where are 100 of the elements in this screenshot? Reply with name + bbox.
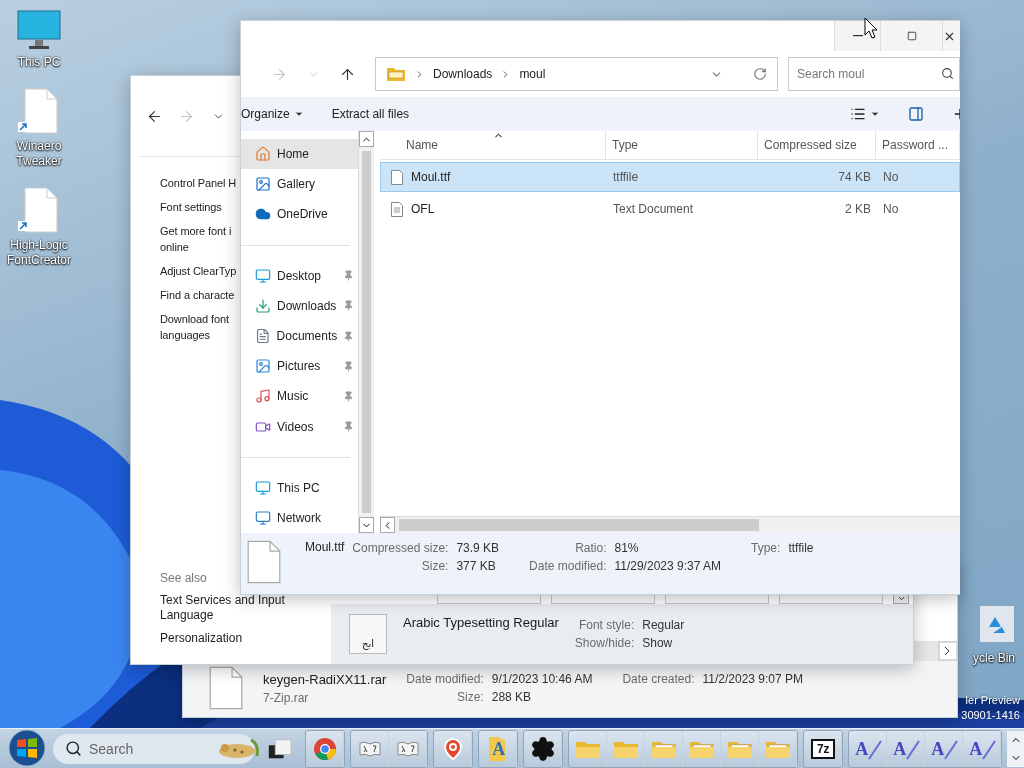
- breadcrumb[interactable]: moul: [519, 67, 546, 81]
- font-preview-tile[interactable]: [551, 594, 655, 604]
- vertical-scrollbar[interactable]: [358, 131, 374, 533]
- view-button[interactable]: [850, 106, 880, 122]
- scroll-up-button[interactable]: [1007, 730, 1024, 749]
- password-cell-text: No: [882, 202, 900, 216]
- refresh-icon[interactable]: [753, 67, 767, 81]
- scroll-thumb[interactable]: [399, 519, 759, 531]
- search-field[interactable]: Search: [53, 733, 256, 764]
- book-icon: [396, 740, 419, 757]
- file-row[interactable]: OFL Text Document 2 KB No: [380, 194, 960, 224]
- detail-value: 377 KB: [456, 559, 497, 573]
- search-field[interactable]: Search moul: [788, 57, 960, 91]
- pane-icon: [908, 106, 924, 122]
- scroll-down-button[interactable]: [359, 517, 374, 533]
- font-thumbnail: ابج: [349, 614, 387, 654]
- nav-item[interactable]: Documents: [241, 320, 358, 352]
- nav-item[interactable]: Gallery: [241, 169, 358, 200]
- pin-icon: [343, 270, 354, 282]
- nav-item[interactable]: Downloads: [241, 290, 358, 321]
- music-icon: [255, 388, 271, 405]
- network-icon: [255, 509, 271, 526]
- password-cell-text: No: [882, 170, 900, 184]
- command-button[interactable]: Extract all files: [331, 107, 410, 121]
- zip-folder-icon: [386, 66, 406, 82]
- picture-icon: [255, 358, 271, 375]
- see-also-link[interactable]: Personalization: [160, 631, 288, 646]
- task-link[interactable]: Font settings: [160, 199, 222, 215]
- build-info-text: ler Preview: [965, 693, 1020, 708]
- computer-icon[interactable]: [17, 10, 61, 52]
- pin-icon: [343, 330, 354, 342]
- detail-value: 73.9 KB: [456, 541, 500, 555]
- task-link[interactable]: Find a characte: [160, 287, 235, 303]
- nav-item[interactable]: Network: [241, 502, 358, 533]
- document-icon: [255, 328, 271, 344]
- font-preview-tile[interactable]: [437, 594, 541, 604]
- taskbar-button[interactable]: 7z: [804, 730, 843, 767]
- task-link[interactable]: Download font languages: [160, 311, 230, 343]
- scroll-left-button[interactable]: [380, 517, 395, 533]
- breadcrumb[interactable]: Downloads: [433, 67, 493, 81]
- caret-icon: [293, 109, 304, 119]
- nav-item[interactable]: Videos: [241, 411, 358, 442]
- pin-icon: [343, 300, 354, 312]
- command-button[interactable]: Organize: [241, 107, 304, 121]
- shortcut-file-icon[interactable]: [17, 88, 61, 136]
- size-cell-text: 2 KB: [844, 202, 872, 216]
- address-bar[interactable]: Downloads moul: [375, 57, 778, 91]
- see-also-link[interactable]: Text Services and Input Language: [160, 593, 288, 623]
- computer-icon: [255, 479, 271, 496]
- taskbar-button[interactable]: A: [925, 730, 964, 767]
- file-icon: [391, 169, 403, 185]
- file-name: keygen-RadiXX11.rar: [263, 671, 387, 687]
- task-link[interactable]: Adjust ClearTyp: [160, 263, 237, 279]
- font-name: Arabic Typesetting Regular: [403, 615, 559, 630]
- nav-item[interactable]: Home: [241, 139, 358, 170]
- font-preview-tile[interactable]: [779, 594, 883, 604]
- desktop-icon-label: Winaero Tweaker: [15, 139, 63, 169]
- detail-value: 81%: [614, 541, 640, 555]
- build-info-text: 30901-1416: [961, 708, 1020, 723]
- nav-item[interactable]: This PC: [241, 472, 358, 503]
- taskbar-button[interactable]: A: [887, 730, 926, 767]
- task-link[interactable]: Control Panel H: [160, 175, 237, 191]
- text-file-icon: [391, 201, 403, 217]
- taskbar-button[interactable]: A: [963, 730, 1002, 767]
- pin-icon: [343, 390, 354, 402]
- desktop-icon-label: High-Logic FontCreator: [6, 238, 72, 268]
- detail-value: ttffile: [788, 541, 814, 555]
- scroll-up-button[interactable]: [359, 131, 374, 147]
- detail-label: Date modified:: [529, 559, 607, 573]
- start-button[interactable]: [8, 728, 46, 768]
- shortcut-file-icon[interactable]: [17, 187, 61, 235]
- horizontal-scrollbar[interactable]: [380, 516, 960, 533]
- detail-value: Regular: [642, 618, 685, 632]
- desktop-icon: [255, 267, 271, 284]
- task-link[interactable]: Get more font i online: [160, 223, 232, 255]
- detail-label: Date modified:: [406, 672, 484, 686]
- file-row[interactable]: Moul.ttf ttffile 74 KB No: [380, 162, 960, 192]
- close-button[interactable]: [942, 21, 960, 51]
- detail-value: 11/2/2023 9:07 PM: [702, 672, 804, 686]
- windows-logo-icon: [8, 728, 46, 767]
- file-icon: [247, 539, 281, 585]
- detail-label: Size:: [456, 690, 484, 704]
- file-name: Moul.ttf: [305, 540, 345, 554]
- list-icon: [850, 106, 866, 122]
- nav-item[interactable]: Pictures: [241, 351, 358, 382]
- search-icon: [941, 67, 954, 80]
- file-name-cell: Moul.ttf: [381, 169, 607, 185]
- scroll-thumb[interactable]: [362, 151, 371, 513]
- detail-label: Ratio:: [574, 541, 607, 555]
- recycle-bin-icon[interactable]: [979, 605, 1015, 643]
- font-preview-tile[interactable]: [665, 594, 769, 604]
- detail-label: Size:: [420, 559, 449, 573]
- nav-item[interactable]: OneDrive: [241, 199, 358, 230]
- nav-item[interactable]: Music: [241, 381, 358, 412]
- nav-item[interactable]: Desktop: [241, 260, 358, 291]
- see-also-heading: See also: [160, 571, 207, 585]
- pin-icon: [343, 360, 354, 372]
- preview-pane-button[interactable]: [908, 106, 924, 122]
- taskbar-button[interactable]: A: [849, 730, 888, 767]
- detail-label: Compressed size:: [352, 541, 449, 555]
